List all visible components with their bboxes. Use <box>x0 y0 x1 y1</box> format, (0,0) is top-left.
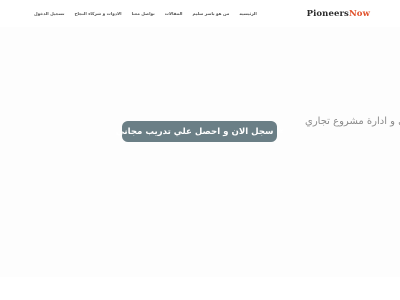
nav-tools-partners[interactable]: الادوات و شركاء النجاح <box>74 11 121 16</box>
register-cta-button[interactable]: » سجل الان و احصل علي تدريب مجاني <box>116 121 283 142</box>
main-nav: تسجيل الدخول الادوات و شركاء النجاح تواص… <box>34 11 257 16</box>
cta-label: سجل الان و احصل علي تدريب مجاني <box>115 126 274 137</box>
hero-section <box>0 27 400 277</box>
nav-home[interactable]: الرئيسيه <box>239 11 256 16</box>
logo-main: Pioneers <box>306 8 349 19</box>
nav-login[interactable]: تسجيل الدخول <box>34 11 64 16</box>
logo-accent: Now <box>348 8 370 19</box>
site-header: تسجيل الدخول الادوات و شركاء النجاح تواص… <box>0 0 400 27</box>
page: تسجيل الدخول الادوات و شركاء النجاح تواص… <box>0 0 400 300</box>
nav-articles[interactable]: المقالات <box>165 11 183 16</box>
site-logo[interactable]: PioneersNow <box>307 9 370 19</box>
double-chevron-icon: » <box>277 126 284 137</box>
hero-headline: ى و ادارة مشروع تجاري <box>305 116 400 127</box>
nav-about[interactable]: من هو باسر سليم <box>192 11 229 16</box>
nav-contact[interactable]: تواصل معنا <box>132 11 155 16</box>
